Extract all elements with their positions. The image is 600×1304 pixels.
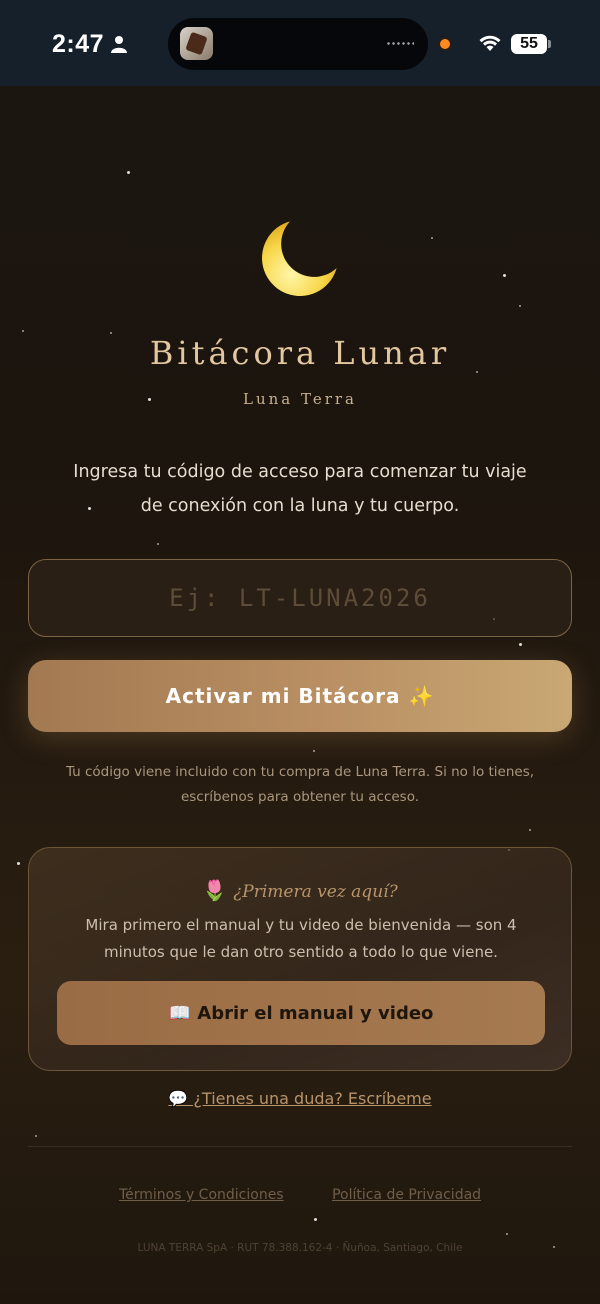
first-time-card: 🌷 ¿Primera vez aquí? Mira primero el manu… <box>28 847 572 1071</box>
terms-link[interactable]: Términos y Condiciones <box>119 1187 284 1203</box>
battery-icon: 55 <box>511 34 547 54</box>
intro-text: Ingresa tu código de acceso para comenza… <box>73 462 527 516</box>
tulip-icon: 🌷 <box>202 878 228 902</box>
crescent-moon-icon <box>262 220 338 296</box>
star <box>519 305 521 307</box>
star <box>519 643 522 646</box>
star <box>35 1135 37 1137</box>
star <box>503 274 506 277</box>
star <box>157 543 159 545</box>
divider <box>28 1146 572 1147</box>
camera-indicator-dot <box>440 39 450 49</box>
star <box>17 862 20 865</box>
wifi-icon <box>479 35 501 51</box>
footer-links: Términos y Condiciones Política de Priva… <box>0 1187 600 1203</box>
helper-text: Tu código viene incluido con tu compra d… <box>65 764 535 805</box>
privacy-link[interactable]: Política de Privacidad <box>332 1187 481 1203</box>
person-icon <box>111 36 127 53</box>
star <box>529 829 531 831</box>
dynamic-island[interactable] <box>168 18 428 70</box>
card-heading: 🌷 ¿Primera vez aquí? <box>29 878 571 902</box>
app-subtitle: Luna Terra <box>243 390 357 408</box>
star <box>431 237 433 239</box>
card-heading-text: ¿Primera vez aquí? <box>233 882 398 902</box>
status-bar: 2:47 55 <box>0 0 600 86</box>
battery-tip <box>548 40 551 48</box>
card-body: Mira primero el manual y tu video de bie… <box>85 916 517 961</box>
star <box>314 1218 317 1221</box>
app-title: Bitácora Lunar <box>149 334 451 372</box>
status-time: 2:47 <box>52 30 105 58</box>
live-activity-app-icon[interactable] <box>180 27 213 60</box>
star <box>313 750 315 752</box>
activate-button[interactable]: Activar mi Bitácora ✨ <box>28 660 572 732</box>
activity-dots-icon <box>386 42 414 45</box>
access-code-input[interactable] <box>28 559 572 637</box>
star <box>506 1233 508 1235</box>
contact-link[interactable]: 💬 ¿Tienes una duda? Escríbeme <box>0 1089 600 1108</box>
star <box>22 330 24 332</box>
legal-text: LUNA TERRA SpA · RUT 78.388.162-4 · Ñuño… <box>137 1242 463 1254</box>
star <box>127 171 130 174</box>
open-manual-button[interactable]: 📖 Abrir el manual y video <box>57 981 545 1045</box>
